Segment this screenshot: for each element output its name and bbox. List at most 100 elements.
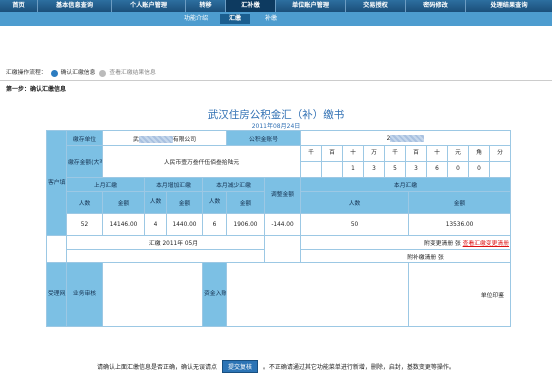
digit-value: 1 bbox=[343, 162, 365, 177]
step-view-result: 查看汇缴结果信息 bbox=[109, 70, 156, 76]
redacted-mark bbox=[390, 134, 425, 142]
process-steps: 汇缴操作流程： 确认汇缴信息 查看汇缴结果信息 bbox=[6, 68, 156, 78]
digit-value: 0 bbox=[469, 162, 491, 177]
steps-prefix: 汇缴操作流程： bbox=[6, 70, 47, 76]
digit-header: 十 bbox=[343, 146, 365, 161]
period-label: 汇缴 bbox=[148, 241, 161, 247]
nav-transfer[interactable]: 转移 bbox=[186, 0, 226, 12]
digit-header: 十 bbox=[427, 146, 449, 161]
persons-header: 人数 bbox=[300, 191, 410, 214]
unit-name-label: 缴存单位 bbox=[66, 130, 103, 146]
nav-remit[interactable]: 汇补缴 bbox=[226, 0, 276, 12]
fund-in-area bbox=[226, 262, 410, 327]
attach-change-label: 附变更清册 bbox=[424, 241, 454, 247]
amount-header: 金额 bbox=[408, 191, 512, 214]
nav-personal-account[interactable]: 个人账户管理 bbox=[112, 0, 186, 12]
this-month-header: 本月汇缴 bbox=[300, 177, 512, 192]
submit-review-button[interactable]: 提交复核 bbox=[221, 360, 258, 373]
blank-cell bbox=[264, 235, 302, 263]
digit-header: 千 bbox=[302, 146, 323, 161]
attach-payment-label: 附补缴清册 bbox=[407, 254, 437, 261]
digit-header: 百 bbox=[406, 146, 428, 161]
footer-before: 请确认上面汇缴信息是否正确，确认无误请点 bbox=[97, 364, 218, 371]
account-label: 公积金账号 bbox=[226, 130, 302, 146]
nav-result-query[interactable]: 处理结果查询 bbox=[466, 0, 552, 12]
fund-in-label: 资金入账 bbox=[201, 262, 228, 327]
step-confirm: 确认汇缴信息 bbox=[60, 70, 96, 76]
amount-header: 金额 bbox=[226, 191, 266, 214]
digit-header: 万 bbox=[364, 146, 386, 161]
digit-value: 5 bbox=[385, 162, 407, 177]
decrease-persons: 6 bbox=[201, 213, 228, 236]
attach-change: 附变更清册 张 查看汇缴变更清册 bbox=[300, 235, 512, 250]
footer-after: 。不正确请通过其它功能菜单进行新增，删除，启封，基数变更等操作。 bbox=[262, 364, 455, 371]
digit-value: 3 bbox=[406, 162, 428, 177]
adjust-header: 调整金额 bbox=[264, 177, 302, 214]
view-change-link[interactable]: 查看汇缴变更清册 bbox=[463, 241, 509, 247]
digit-header-cell: 千 百 十 万 千 百 十 元 角 分 bbox=[300, 145, 512, 162]
digit-headers: 千 百 十 万 千 百 十 元 角 分 bbox=[302, 146, 510, 161]
amount-in-words: 人民币壹万叁仟伍佰叁拾陆元 bbox=[101, 145, 302, 178]
digit-header: 角 bbox=[469, 146, 491, 161]
nav-basic-info[interactable]: 基本信息查询 bbox=[38, 0, 112, 12]
increase-amount: 1440.00 bbox=[166, 213, 203, 236]
digit-value-cell: 1 3 5 3 6 0 0 bbox=[300, 161, 512, 178]
section-title: 第一步：确认汇缴信息 bbox=[6, 86, 67, 93]
increase-header: 本月增加汇缴 bbox=[144, 177, 203, 192]
nav-password[interactable]: 密码修改 bbox=[406, 0, 466, 12]
period-year: 2011年 bbox=[162, 241, 183, 247]
unit-name-value: 武有限公司 bbox=[101, 130, 228, 146]
last-month-header: 上月汇缴 bbox=[66, 177, 145, 192]
amount-header: 金额 bbox=[102, 191, 145, 214]
digit-header: 分 bbox=[497, 150, 503, 156]
increase-persons: 4 bbox=[144, 213, 167, 236]
digit-value: 0 bbox=[448, 162, 470, 177]
next-step-icon bbox=[99, 69, 107, 77]
adjust-amount: -144.00 bbox=[264, 213, 302, 236]
business-review-label: 业务审核 bbox=[66, 262, 103, 327]
subnav-remit[interactable]: 汇缴 bbox=[220, 14, 250, 24]
amount-header: 金额 bbox=[166, 191, 203, 214]
digit-header: 百 bbox=[322, 146, 344, 161]
sub-nav: 功能介绍 汇缴 补缴 bbox=[0, 12, 552, 26]
side-bank-fill: 受理网点填写 bbox=[46, 262, 67, 327]
current-step-icon bbox=[50, 69, 58, 77]
top-nav: 首页 基本信息查询 个人账户管理 转移 汇补缴 单位账户管理 交易授权 密码修改… bbox=[0, 0, 552, 12]
nav-unit-account[interactable]: 单位账户管理 bbox=[276, 0, 346, 12]
subnav-supplement[interactable]: 补缴 bbox=[256, 14, 286, 24]
digit-value bbox=[490, 163, 510, 177]
side-client-fill: 客户填写 bbox=[46, 130, 67, 236]
nav-home[interactable]: 首页 bbox=[0, 0, 38, 12]
footer-note: 请确认上面汇缴信息是否正确，确认无误请点 提交复核 。不正确请通过其它功能菜单进… bbox=[0, 360, 552, 373]
digit-value: 6 bbox=[427, 162, 449, 177]
blank-cell bbox=[65, 249, 266, 263]
digit-header: 千 bbox=[385, 146, 407, 161]
this-month-amount: 13536.00 bbox=[408, 213, 512, 236]
last-month-amount: 14146.00 bbox=[102, 213, 145, 236]
unit-name-suffix: 有限公司 bbox=[172, 136, 197, 143]
client-extra bbox=[46, 235, 67, 263]
divider bbox=[0, 80, 552, 81]
remittance-form: 客户填写 缴存单位 武有限公司 公积金账号 2 缴存金额(大写) 人民币壹万叁仟… bbox=[46, 130, 512, 327]
amount-label: 缴存金额(大写) bbox=[66, 145, 103, 178]
digit-values: 1 3 5 3 6 0 0 bbox=[302, 162, 510, 177]
digit-value bbox=[322, 162, 344, 177]
subnav-intro[interactable]: 功能介绍 bbox=[176, 14, 216, 24]
attach-unit: 张 bbox=[454, 241, 461, 247]
form-date: 2011年08月24日 bbox=[251, 123, 301, 130]
period-month: 05月 bbox=[184, 241, 199, 247]
business-review-area bbox=[102, 262, 203, 327]
nav-authorize[interactable]: 交易授权 bbox=[346, 0, 406, 12]
remit-period: 汇缴 2011年 05月 bbox=[65, 235, 266, 250]
this-month-persons: 50 bbox=[300, 213, 410, 236]
digit-value: 3 bbox=[364, 162, 386, 177]
persons-header: 人数 bbox=[201, 191, 228, 214]
redacted-mark bbox=[138, 135, 173, 143]
unit-seal: 单位印鉴 bbox=[408, 262, 512, 327]
digit-header: 元 bbox=[448, 146, 470, 161]
decrease-header: 本月减少汇缴 bbox=[201, 177, 266, 192]
attach-payment-unit: 张 bbox=[438, 254, 444, 261]
account-value: 2 bbox=[300, 130, 512, 146]
decrease-amount: 1906.00 bbox=[226, 213, 266, 236]
attach-payment: 附补缴清册 张 bbox=[300, 249, 512, 263]
